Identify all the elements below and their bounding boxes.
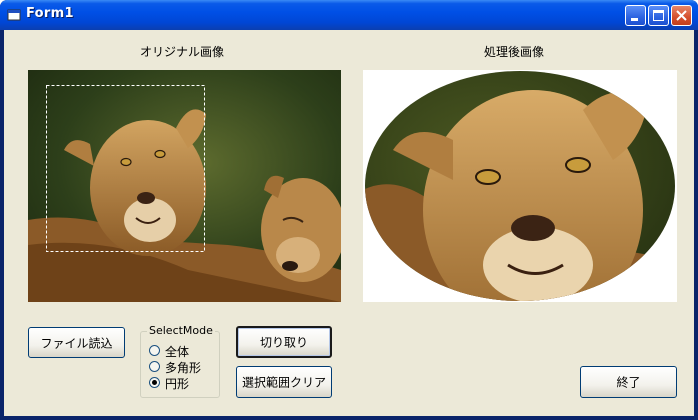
processed-image-label: 処理後画像 <box>484 45 545 59</box>
select-mode-label: SelectMode <box>147 324 215 337</box>
radio-polygon-label: 多角形 <box>165 361 202 375</box>
cropped-lion-photo <box>365 71 675 301</box>
form-client-area: オリジナル画像 処理後画像 ファイル読込 SelectMode 全体 多角形 円… <box>4 30 694 416</box>
crop-button[interactable]: 切り取り <box>236 326 332 358</box>
exit-label: 終了 <box>616 375 641 390</box>
radio-polygon-indicator <box>149 361 160 372</box>
radio-circle-label: 円形 <box>165 377 190 391</box>
load-file-button[interactable]: ファイル読込 <box>28 327 125 358</box>
close-button[interactable] <box>671 5 692 26</box>
exit-button[interactable]: 終了 <box>580 366 677 398</box>
close-icon <box>676 10 687 21</box>
original-image[interactable] <box>28 70 341 302</box>
minimize-button[interactable] <box>625 5 646 26</box>
app-window: Form1 オリジナル画像 処理後画像 ファイル読込 SelectMode 全体… <box>0 0 698 420</box>
maximize-button[interactable] <box>648 5 669 26</box>
load-file-label: ファイル読込 <box>40 336 113 350</box>
processed-image <box>363 70 677 302</box>
original-image-label: オリジナル画像 <box>140 45 225 59</box>
radio-circle-indicator <box>149 377 160 388</box>
window-title: Form1 <box>26 6 74 21</box>
minimize-icon <box>631 18 638 21</box>
form-icon <box>7 9 21 21</box>
clear-selection-label: 選択範囲クリア <box>241 375 326 390</box>
crop-label: 切り取り <box>259 335 308 350</box>
title-bar[interactable]: Form1 <box>0 0 698 30</box>
clear-selection-button[interactable]: 選択範囲クリア <box>236 366 332 398</box>
radio-all-label: 全体 <box>165 345 190 359</box>
maximize-icon <box>653 10 664 21</box>
select-mode-group: SelectMode 全体 多角形 円形 <box>140 324 220 398</box>
radio-all-indicator <box>149 345 160 356</box>
lion-photo <box>28 70 341 302</box>
